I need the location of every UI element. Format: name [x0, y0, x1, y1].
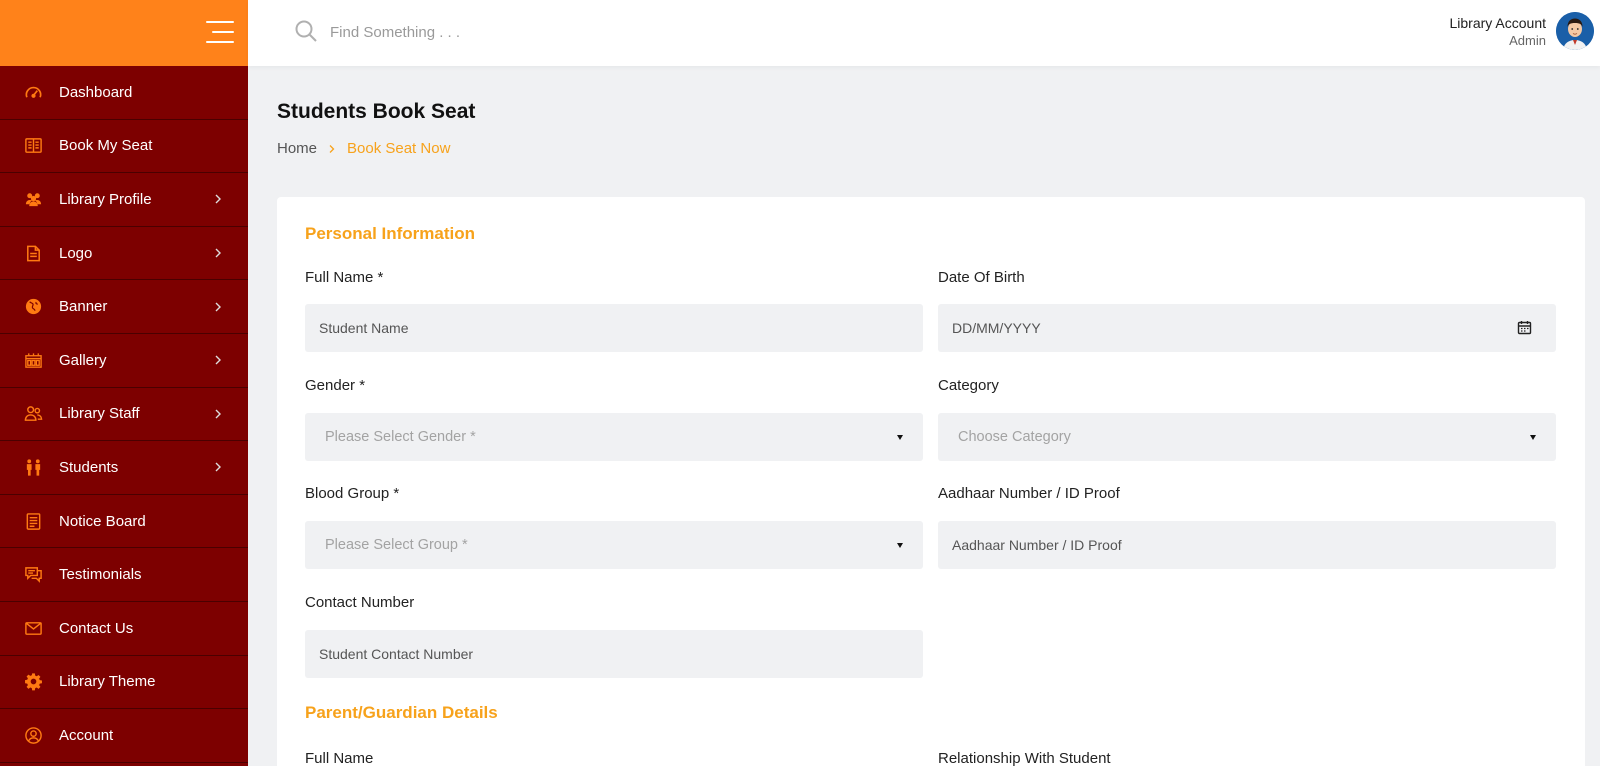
gender-label: Gender * [305, 377, 366, 394]
users-group-icon [23, 189, 43, 209]
calendar-icon[interactable] [1517, 320, 1532, 335]
aadhaar-label: Aadhaar Number / ID Proof [938, 485, 1120, 502]
chat-icon [23, 565, 43, 585]
app-root: Dashboard Book My Seat Library Profile L… [0, 0, 1600, 766]
chevron-right-icon [215, 194, 221, 204]
category-select[interactable]: Choose Category [938, 413, 1556, 461]
hamburger-line [206, 41, 234, 43]
gender-select-value: Please Select Gender * [325, 429, 476, 445]
sidebar-header [0, 0, 248, 66]
chevron-right-icon [329, 144, 335, 153]
chevron-right-icon [215, 409, 221, 419]
caret-down-icon [1530, 434, 1536, 440]
dob-input[interactable] [938, 304, 1556, 352]
full-name-field-wrapper [305, 304, 923, 352]
category-select-value: Choose Category [958, 429, 1071, 445]
chevron-right-icon [215, 462, 221, 472]
sidebar-item-label: Book My Seat [59, 137, 153, 155]
breadcrumb-current: Book Seat Now [347, 140, 451, 157]
sidebar-item-dashboard[interactable]: Dashboard [0, 66, 248, 120]
students-icon [23, 457, 43, 477]
avatar[interactable] [1556, 12, 1594, 50]
contact-number-label: Contact Number [305, 594, 415, 611]
section-title-personal: Personal Information [305, 224, 476, 243]
blood-group-label: Blood Group * [305, 485, 400, 502]
gallery-icon [23, 350, 43, 370]
sidebar-item-label: Dashboard [59, 83, 133, 101]
blood-group-select-value: Please Select Group * [325, 537, 468, 553]
account-name: Library Account [1449, 14, 1547, 31]
account-info: Library Account Admin [1450, 14, 1547, 49]
sidebar-item-label: Contact Us [59, 619, 134, 637]
menu-toggle-button[interactable] [206, 21, 234, 43]
gear-icon [23, 672, 43, 692]
contact-number-field-wrapper [305, 630, 923, 678]
page-title: Students Book Seat [277, 100, 476, 123]
category-label: Category [938, 377, 999, 394]
relationship-label: Relationship With Student [938, 750, 1111, 766]
booking-form-card: Personal Information Full Name * Date Of… [277, 197, 1585, 766]
sidebar-item-label: Logo [59, 244, 93, 262]
top-bar: Library Account Admin [248, 0, 1600, 66]
sidebar-item-label: Notice Board [59, 512, 146, 530]
sidebar-item-library-staff[interactable]: Library Staff [0, 388, 248, 442]
full-name-label: Full Name * [305, 269, 384, 286]
sidebar-item-logo[interactable]: Logo [0, 227, 248, 281]
hamburger-line [206, 21, 234, 23]
sidebar-item-label: Library Theme [59, 673, 156, 691]
search-icon[interactable] [294, 19, 318, 43]
contact-number-input[interactable] [305, 630, 923, 678]
sidebar-item-account[interactable]: Account [0, 709, 248, 763]
sidebar-item-label: Account [59, 726, 114, 744]
sidebar-item-label: Gallery [59, 351, 107, 369]
staff-icon [23, 404, 43, 424]
section-title-parent: Parent/Guardian Details [305, 703, 498, 722]
book-icon [23, 136, 43, 156]
aadhaar-input[interactable] [938, 521, 1556, 569]
gender-select[interactable]: Please Select Gender * [305, 413, 923, 461]
sidebar-item-gallery[interactable]: Gallery [0, 334, 248, 388]
caret-down-icon [897, 542, 903, 548]
sidebar-item-testimonials[interactable]: Testimonials [0, 548, 248, 602]
dob-field-wrapper [938, 304, 1556, 352]
account-menu[interactable]: Library Account Admin [1450, 12, 1594, 50]
sidebar-item-label: Library Profile [59, 190, 152, 208]
parent-full-name-label: Full Name [305, 750, 374, 766]
full-name-input[interactable] [305, 304, 923, 352]
sidebar-item-library-theme[interactable]: Library Theme [0, 656, 248, 710]
chevron-right-icon [215, 302, 221, 312]
sidebar-item-label: Library Staff [59, 405, 140, 423]
user-circle-icon [23, 725, 43, 745]
sidebar: Dashboard Book My Seat Library Profile L… [0, 0, 248, 766]
search-input[interactable] [330, 17, 730, 47]
notice-board-icon [23, 511, 43, 531]
sidebar-item-library-profile[interactable]: Library Profile [0, 173, 248, 227]
sidebar-item-label: Testimonials [59, 566, 142, 584]
caret-down-icon [897, 434, 903, 440]
sidebar-item-notice-board[interactable]: Notice Board [0, 495, 248, 549]
breadcrumb: Home Book Seat Now [277, 140, 450, 157]
sidebar-item-banner[interactable]: Banner [0, 280, 248, 334]
sidebar-nav: Dashboard Book My Seat Library Profile L… [0, 66, 248, 763]
sidebar-item-book-my-seat[interactable]: Book My Seat [0, 120, 248, 174]
chevron-right-icon [215, 355, 221, 365]
hamburger-line [212, 31, 234, 33]
dashboard-gauge-icon [23, 82, 43, 102]
chevron-right-icon [215, 248, 221, 258]
sidebar-item-label: Students [59, 458, 119, 476]
account-role: Admin [1509, 32, 1546, 48]
aadhaar-field-wrapper [938, 521, 1556, 569]
sidebar-item-contact-us[interactable]: Contact Us [0, 602, 248, 656]
envelope-icon [23, 618, 43, 638]
dob-label: Date Of Birth [938, 269, 1025, 286]
breadcrumb-home-link[interactable]: Home [277, 140, 317, 157]
document-icon [23, 243, 43, 263]
globe-icon [23, 297, 43, 317]
blood-group-select[interactable]: Please Select Group * [305, 521, 923, 569]
sidebar-item-students[interactable]: Students [0, 441, 248, 495]
sidebar-item-label: Banner [59, 298, 108, 316]
